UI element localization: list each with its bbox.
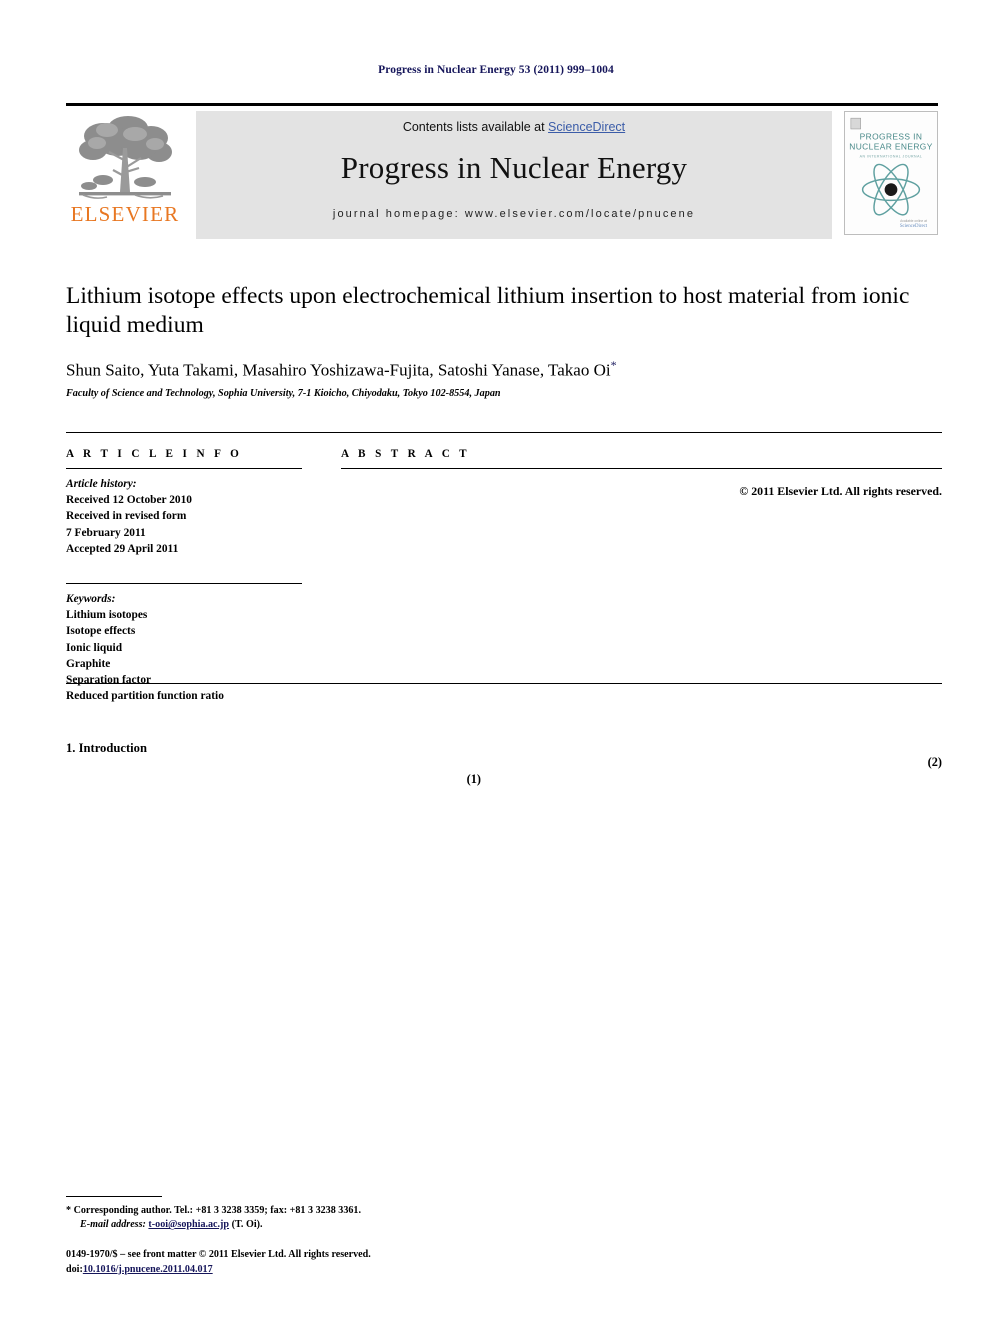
abstract-heading: A B S T R A C T — [341, 448, 471, 460]
svg-text:Available online at: Available online at — [900, 219, 927, 223]
keyword-item: Ionic liquid — [66, 641, 123, 654]
front-matter-line: 0149-1970/$ – see front matter © 2011 El… — [66, 1249, 371, 1260]
keyword-item: Graphite — [66, 657, 111, 670]
email-note: E-mail address: t-ooi@sophia.ac.jp (T. O… — [66, 1218, 481, 1232]
keyword-item: Isotope effects — [66, 625, 136, 638]
email-owner: (T. Oi). — [231, 1219, 263, 1231]
article-info-rule — [66, 468, 302, 469]
footnote-block: * Corresponding author. Tel.: +81 3 3238… — [66, 1196, 481, 1233]
doi-link[interactable]: 10.1016/j.pnucene.2011.04.017 — [83, 1264, 213, 1275]
article-info-column: A R T I C L E I N F O Article history: R… — [66, 448, 302, 704]
journal-masthead: ELSEVIER Contents lists available at Sci… — [66, 103, 938, 239]
info-block-top-rule — [66, 432, 942, 433]
keywords-label: Keywords: — [66, 592, 116, 605]
article-first-page: Progress in Nuclear Energy 53 (2011) 999… — [0, 0, 992, 1323]
keyword-item: Reduced partition function ratio — [66, 690, 224, 703]
equation-2: (2) — [527, 754, 942, 771]
keywords-block: Keywords: Lithium isotopes Isotope effec… — [66, 582, 302, 704]
abstract-column: A B S T R A C T © 2011 Elsevier Ltd. All… — [341, 448, 942, 499]
equation-1-number: (1) — [466, 771, 481, 786]
abstract-copyright: © 2011 Elsevier Ltd. All rights reserved… — [739, 484, 942, 498]
author-list: Shun Saito, Yuta Takami, Masahiro Yoshiz… — [66, 358, 942, 381]
doi-line: doi:10.1016/j.pnucene.2011.04.017 — [66, 1263, 496, 1278]
contents-prefix: Contents lists available at — [402, 120, 549, 134]
equation-1: (1) — [66, 771, 481, 788]
svg-text:ScienceDirect: ScienceDirect — [900, 224, 928, 229]
body-column-right: (2) — [527, 740, 942, 785]
doi-label: doi: — [66, 1263, 83, 1275]
article-history-label: Article history: — [66, 478, 137, 490]
journal-cover-thumbnail[interactable]: PROGRESS IN NUCLEAR ENERGY AN INTERNATIO… — [844, 111, 938, 235]
equation-2-number: (2) — [927, 755, 942, 769]
history-line: Accepted 29 April 2011 — [66, 542, 179, 555]
journal-title: Progress in Nuclear Energy — [340, 150, 688, 185]
title-block: Lithium isotope effects upon electrochem… — [66, 282, 942, 399]
sciencedirect-link[interactable]: ScienceDirect — [548, 120, 625, 134]
page-title: Lithium isotope effects upon electrochem… — [66, 283, 910, 339]
history-line: Received in revised form — [66, 510, 187, 523]
body-column-left: 1. Introduction (1) — [66, 740, 481, 801]
contents-available-line: Contents lists available at ScienceDirec… — [403, 120, 625, 134]
journal-homepage-line[interactable]: journal homepage: www.elsevier.com/locat… — [333, 208, 695, 220]
svg-text:AN INTERNATIONAL JOURNAL: AN INTERNATIONAL JOURNAL — [860, 154, 923, 158]
section-heading-introduction: 1. Introduction — [66, 741, 147, 755]
corresponding-author-marker: * — [610, 358, 617, 373]
running-head: Progress in Nuclear Energy 53 (2011) 999… — [378, 64, 614, 76]
affiliation: Faculty of Science and Technology, Sophi… — [66, 387, 501, 399]
keywords-rule — [66, 582, 302, 584]
imprint-block: 0149-1970/$ – see front matter © 2011 El… — [66, 1248, 496, 1277]
history-line: 7 February 2011 — [66, 526, 146, 539]
corresponding-author-note: * Corresponding author. Tel.: +81 3 3238… — [66, 1205, 361, 1216]
history-line: Received 12 October 2010 — [66, 494, 193, 507]
svg-text:PROGRESS IN: PROGRESS IN — [860, 132, 923, 142]
journal-cover-image: PROGRESS IN NUCLEAR ENERGY AN INTERNATIO… — [845, 112, 937, 234]
journal-band: Contents lists available at ScienceDirec… — [196, 111, 832, 239]
svg-text:NUCLEAR ENERGY: NUCLEAR ENERGY — [849, 142, 933, 152]
email-link[interactable]: t-ooi@sophia.ac.jp — [148, 1219, 229, 1230]
keyword-item: Lithium isotopes — [66, 609, 148, 622]
footnote-rule — [66, 1196, 162, 1197]
author-names: Shun Saito, Yuta Takami, Masahiro Yoshiz… — [66, 360, 611, 380]
keyword-item: Separation factor — [66, 673, 152, 686]
article-info-heading: A R T I C L E I N F O — [66, 448, 243, 460]
elsevier-tree-icon — [79, 116, 172, 199]
elsevier-wordmark: ELSEVIER — [70, 202, 180, 226]
elsevier-logo-block: ELSEVIER — [66, 111, 184, 239]
abstract-rule — [341, 468, 942, 469]
email-label: E-mail address: — [80, 1219, 146, 1231]
